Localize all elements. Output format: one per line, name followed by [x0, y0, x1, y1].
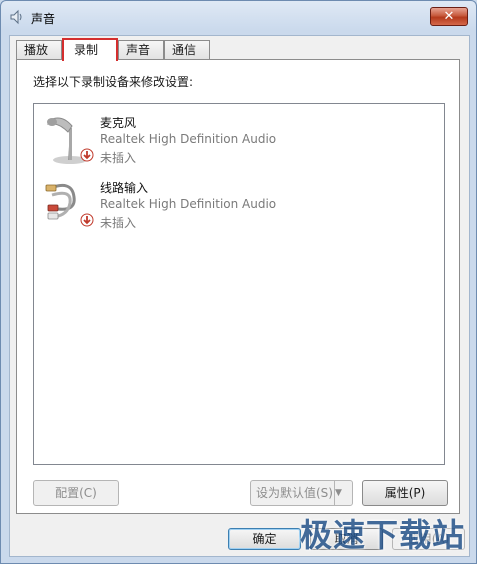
sound-dialog-window: 声音 ✕ 播放 录制 声音 通信 选择以下录制设备来修改设置: 麦克风 Real… — [0, 0, 477, 564]
device-name: 麦克风 — [100, 116, 137, 130]
device-item-line-in[interactable]: 线路输入 Realtek High Definition Audio 未插入 — [38, 171, 438, 233]
device-item-microphone[interactable]: 麦克风 Realtek High Definition Audio 未插入 — [38, 106, 438, 168]
recording-tab-panel: 选择以下录制设备来修改设置: 麦克风 Realtek High Definiti… — [16, 59, 460, 514]
tab-sounds[interactable]: 声音 — [118, 40, 164, 59]
chevron-down-icon[interactable]: ▼ — [334, 481, 352, 505]
set-default-label: 设为默认值(S) — [256, 486, 333, 500]
tab-playback[interactable]: 播放 — [16, 40, 62, 59]
properties-button[interactable]: 属性(P) — [362, 480, 448, 506]
device-description: Realtek High Definition Audio — [100, 132, 277, 146]
apply-button[interactable]: 应用(A) — [392, 528, 465, 550]
dialog-client-area: 播放 录制 声音 通信 选择以下录制设备来修改设置: 麦克风 Realtek H… — [9, 35, 470, 557]
window-title: 声音 — [31, 12, 56, 26]
tab-bar: 播放 录制 声音 通信 — [16, 38, 466, 61]
close-icon: ✕ — [443, 9, 455, 24]
configure-button[interactable]: 配置(C) — [33, 480, 119, 506]
ok-button[interactable]: 确定 — [228, 528, 301, 550]
cancel-button[interactable]: 取消 — [310, 528, 383, 550]
close-button[interactable]: ✕ — [430, 7, 468, 26]
speaker-icon — [10, 9, 22, 25]
line-in-cable-icon — [45, 183, 94, 227]
device-description: Realtek High Definition Audio — [100, 197, 277, 211]
device-status: 未插入 — [100, 151, 137, 165]
device-name: 线路输入 — [100, 181, 149, 195]
tab-communications[interactable]: 通信 — [164, 40, 210, 59]
device-status: 未插入 — [100, 216, 137, 230]
title-bar[interactable]: 声音 ✕ — [1, 1, 476, 33]
microphone-icon — [47, 117, 94, 164]
recording-device-list[interactable]: 麦克风 Realtek High Definition Audio 未插入 线路… — [33, 103, 445, 465]
instruction-text: 选择以下录制设备来修改设置: — [33, 75, 194, 89]
set-default-button[interactable]: 设为默认值(S) ▼ — [250, 480, 353, 506]
tab-recording[interactable]: 录制 — [62, 38, 118, 61]
